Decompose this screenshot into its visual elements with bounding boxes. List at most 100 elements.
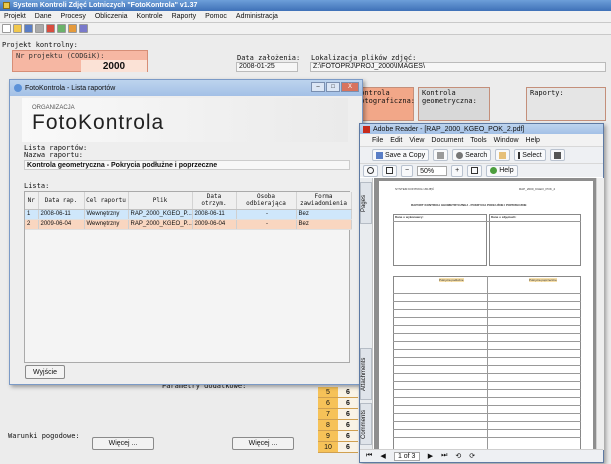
save-icon[interactable] [24,24,33,33]
tools-icon[interactable] [68,24,77,33]
adobe-menu-help[interactable]: Help [526,137,540,144]
app-icon [14,84,22,92]
menu-pomoc[interactable]: Pomoc [205,13,227,20]
photo-control-title: Kontrola fotograficzna: [356,89,416,105]
last-page-icon[interactable]: ⏭ [441,452,447,460]
pdf-header-right: RAP_2000_KGEO_POK_2 [519,187,556,191]
refresh-icon[interactable] [57,24,66,33]
number-row[interactable]: 76 [318,409,358,420]
number-row[interactable]: 86 [318,420,358,431]
search-label: Search [465,151,488,159]
adobe-view-toolbar: − 50% + Help [360,163,603,177]
column-header-nr[interactable]: Nr [25,192,39,210]
new-file-icon[interactable] [2,24,11,33]
go-back-icon[interactable]: ⟲ [455,452,461,460]
project-number-value[interactable]: 2000 [81,60,147,72]
prev-page-icon[interactable]: ◀ [380,452,385,460]
adobe-menu-tools[interactable]: Tools [470,137,486,144]
table-cell: Wewnętrzny [84,209,129,220]
reports-panel[interactable]: Raporty: [526,87,606,121]
adobe-menu-window[interactable]: Window [494,137,519,144]
fit-page-button[interactable] [382,164,397,177]
attachments-tab[interactable]: Attachments [360,348,372,400]
adobe-menu-edit[interactable]: Edit [390,137,402,144]
pdf-rule [393,221,581,222]
stop-icon[interactable] [46,24,55,33]
print-icon[interactable] [35,24,44,33]
menu-raporty[interactable]: Raporty [172,13,197,20]
date-field[interactable]: 2008-01-25 [236,62,298,72]
number-row[interactable]: 96 [318,431,358,442]
params-more-button[interactable]: Więcej ... [232,437,294,450]
snapshot-button[interactable] [549,149,565,161]
number-row[interactable]: 56 [318,387,358,398]
weather-label: Warunki pogodowe: [8,432,80,440]
number-cell: 5 [318,387,338,397]
column-header-received-date[interactable]: Data otrzym. [192,192,237,210]
go-forward-icon[interactable]: ⟳ [469,452,475,460]
help-button[interactable]: Help [486,164,518,177]
column-header-recipient[interactable]: Osoba odbierająca [236,192,297,210]
pdf-heading: RAPORT KONTROLI GEOMETRYCZNEJ - POKRYCIA… [411,203,527,207]
zoom-out-button[interactable]: − [401,164,414,177]
table-row[interactable]: 1 2008-06-11 Wewnętrzny RAP_2000_KGEO_P.… [25,209,352,220]
first-page-icon[interactable]: ⏮ [366,452,372,460]
pages-icon [471,167,479,174]
column-header-purpose[interactable]: Cel raportu [84,192,129,210]
location-field[interactable]: Z:\FOTOPRJ\PROJ_2000\IMAGES\ [310,62,606,72]
vertical-scrollbar[interactable] [596,178,604,450]
comments-tab[interactable]: Comments [360,403,372,445]
minimize-button[interactable]: – [311,82,325,92]
select-label: Select [522,151,542,159]
table-row[interactable]: 2 2009-06-04 Wewnętrzny RAP_2000_KGEO_P.… [25,219,352,230]
number-row[interactable]: 66 [318,398,358,409]
pages-tab[interactable]: Pages [360,182,372,224]
page-number-field[interactable]: 1 of 3 [393,451,420,461]
weather-more-button[interactable]: Więcej ... [92,437,154,450]
pages-menu-button[interactable] [467,164,483,177]
project-section-label: Projekt kontrolny: [2,41,78,49]
close-button[interactable]: X [341,82,359,92]
minus-icon: − [405,167,410,174]
menu-obliczenia[interactable]: Obliczenia [95,13,128,20]
document-viewport[interactable]: SYSTEM KONTROLI ZDJĘĆ RAP_2000_KGEO_POK_… [374,178,596,450]
menu-procesy[interactable]: Procesy [61,13,86,20]
number-cell: 10 [318,442,338,452]
open-folder-icon[interactable] [13,24,22,33]
menu-dane[interactable]: Dane [35,13,52,20]
table-cell: 2008-06-11 [192,209,237,220]
window-controls: – □ X [311,82,359,92]
menu-administracja[interactable]: Administracja [236,13,278,20]
table-header-row: Nr Data rap. Cel raportu Plik Data otrzy… [25,192,352,210]
adobe-menu-document[interactable]: Document [431,137,463,144]
app-title-bar: System Kontroli Zdjęć Lotniczych "FotoKo… [0,0,611,11]
zoom-in-button[interactable]: + [451,164,464,177]
table-cell: - [236,209,297,220]
zoom-tool-button[interactable] [363,164,378,177]
number-row[interactable]: 10 6 [318,442,358,453]
geometry-control-panel[interactable]: Kontrola geometryczna: [418,87,490,121]
column-header-report-date[interactable]: Data rap. [38,192,85,210]
print-button[interactable] [433,149,449,161]
date-label: Data założenia: [237,54,301,62]
select-button[interactable]: Select [514,149,546,161]
maximize-button[interactable]: □ [326,82,340,92]
exit-button[interactable]: Wyjście [25,365,65,379]
table-cell: 2 [25,219,39,230]
zoom-field[interactable]: 50% [417,165,448,176]
number-grid: 56 66 76 86 96 10 6 [318,387,358,453]
help-icon[interactable] [79,24,88,33]
adobe-menu-view[interactable]: View [409,137,424,144]
column-header-file[interactable]: Plik [128,192,193,210]
save-copy-button[interactable]: Save a Copy [372,149,430,161]
menu-projekt[interactable]: Projekt [4,13,26,20]
column-header-notification[interactable]: Forma zawiadomienia [296,192,352,210]
number-cell: 6 [338,398,358,408]
pdf-divider [487,276,488,450]
adobe-menu-file[interactable]: File [372,137,383,144]
search-button[interactable]: Search [452,149,492,161]
hand-tool-button[interactable] [495,149,511,161]
pdf-contractor-title: Dane o wykonawcy: [395,215,424,219]
next-page-icon[interactable]: ▶ [428,452,433,460]
menu-kontrole[interactable]: Kontrole [137,13,163,20]
